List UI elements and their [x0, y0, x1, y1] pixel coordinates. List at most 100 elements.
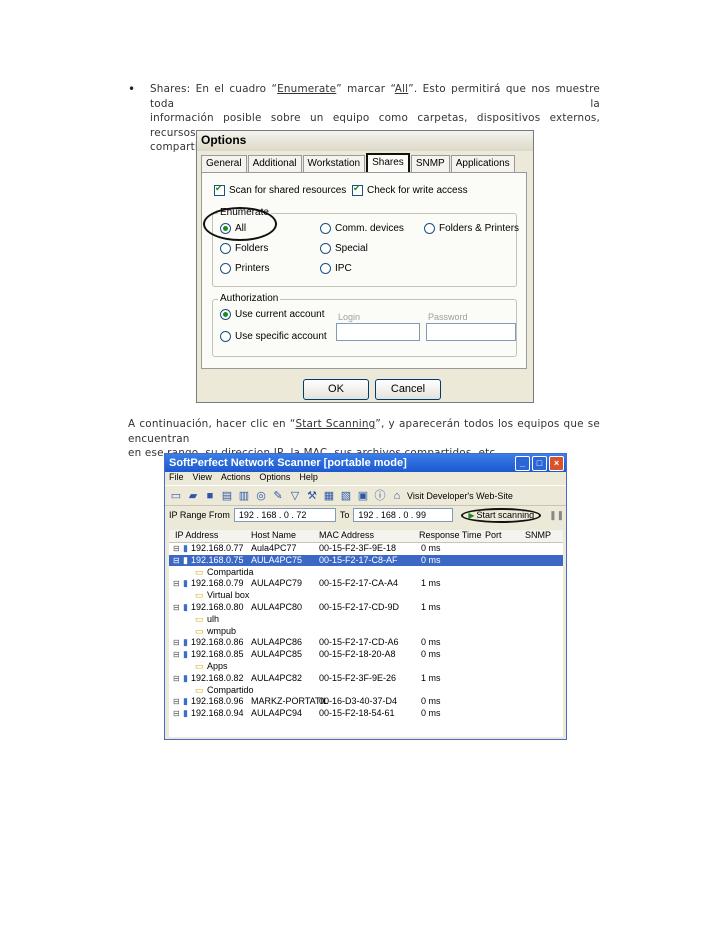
response-cell: 0 ms — [421, 696, 441, 707]
host-row[interactable]: ⊟ ▮ 192.168.0.79 AULA4PC79 00-15-F2-17-CA-A4… — [169, 578, 563, 589]
save-icon[interactable]: ■ — [203, 489, 217, 503]
menu-view[interactable]: View — [193, 472, 212, 485]
col-port[interactable]: Port — [485, 530, 502, 540]
chart-icon[interactable]: ▦ — [322, 489, 336, 503]
maximize-icon[interactable]: □ — [532, 455, 547, 471]
menu-help[interactable]: Help — [299, 472, 318, 485]
list-icon[interactable]: ▥ — [237, 489, 251, 503]
ip-from-input[interactable]: 192 . 168 . 0 . 72 — [233, 508, 336, 522]
open-folder-icon[interactable]: ▰ — [186, 489, 200, 503]
tab-strip: General Additional Workstation Shares SN… — [201, 153, 516, 174]
start-scanning-button[interactable]: ▶ Start scanning — [461, 507, 542, 523]
host-row[interactable]: ⊟ ▮ 192.168.0.96 MARKZ-PORTATIL 00-16-D3-40-… — [169, 696, 563, 707]
enumerate-all-radio[interactable]: All — [220, 223, 246, 234]
host-row[interactable]: ⊟ ▮ 192.168.0.75 AULA4PC75 00-15-F2-17-C8-AF… — [169, 554, 563, 566]
use-specific-account-radio[interactable]: Use specific account — [220, 331, 327, 342]
expand-icon[interactable]: ⊟ — [173, 637, 180, 648]
col-mac-address[interactable]: MAC Address — [319, 530, 374, 540]
info-icon[interactable]: ⓘ — [373, 489, 387, 503]
enumerate-ipc-radio[interactable]: IPC — [320, 263, 352, 274]
host-row[interactable]: ⊟ ▮ 192.168.0.94 AULA4PC94 00-15-F2-18-54-61… — [169, 708, 563, 719]
share-row[interactable]: ▭ Compartido — [169, 685, 563, 696]
tab-workstation[interactable]: Workstation — [302, 155, 366, 173]
expand-icon[interactable]: ⊟ — [173, 578, 180, 589]
host-cell: AULA4PC85 — [251, 649, 303, 660]
cancel-button[interactable]: Cancel — [375, 379, 441, 400]
use-current-account-radio[interactable]: Use current account — [220, 309, 325, 320]
host-cell: MARKZ-PORTATIL — [251, 696, 329, 707]
col-snmp[interactable]: SNMP — [525, 530, 551, 540]
ip-cell: 192.168.0.82 — [191, 672, 244, 683]
host-row[interactable]: ⊟ ▮ 192.168.0.85 AULA4PC85 00-15-F2-18-20-A8… — [169, 649, 563, 660]
host-row[interactable]: ⊟ ▮ 192.168.0.77 Aula4PC77 00-15-F2-3F-9E-18… — [169, 543, 563, 554]
menu-bar: File View Actions Options Help — [165, 472, 566, 485]
menu-actions[interactable]: Actions — [221, 472, 251, 485]
mac-cell: 00-15-F2-17-CA-A4 — [319, 578, 399, 589]
tab-general[interactable]: General — [201, 155, 247, 173]
response-cell: 1 ms — [421, 602, 441, 612]
pause-icon[interactable]: ❚❚ — [549, 510, 564, 521]
home-icon[interactable]: ⌂ — [390, 489, 404, 503]
enumerate-printers-radio[interactable]: Printers — [220, 263, 269, 274]
tab-additional[interactable]: Additional — [247, 155, 302, 173]
host-row[interactable]: ⊟ ▮ 192.168.0.82 AULA4PC82 00-15-F2-3F-9E-26… — [169, 673, 563, 684]
enumerate-folders-printers-radio[interactable]: Folders & Printers — [424, 223, 519, 234]
expand-icon[interactable]: ⊟ — [173, 649, 180, 660]
expand-icon[interactable]: ⊟ — [173, 673, 180, 684]
folder-icon: ▭ — [195, 613, 204, 624]
close-icon[interactable]: × — [549, 455, 564, 471]
enumerate-folders-radio[interactable]: Folders — [220, 243, 268, 254]
ip-to-input[interactable]: 192 . 168 . 0 . 99 — [353, 508, 454, 522]
col-response-time[interactable]: Response Time — [419, 530, 482, 540]
expand-icon[interactable]: ⊟ — [173, 555, 180, 566]
host-row[interactable]: ⊟ ▮ 192.168.0.80 AULA4PC80 00-15-F2-17-CD-9D… — [169, 602, 563, 613]
radio-icon — [320, 263, 331, 274]
table-icon[interactable]: ▧ — [339, 489, 353, 503]
wrench-icon[interactable]: ⚒ — [305, 489, 319, 503]
host-cell: AULA4PC94 — [251, 708, 303, 719]
col-ip-address[interactable]: IP Address — [175, 530, 218, 540]
share-row[interactable]: ▭ ulh — [169, 614, 563, 625]
binoculars-icon[interactable]: ◎ — [254, 489, 268, 503]
ok-button[interactable]: OK — [303, 379, 369, 400]
minimize-icon[interactable]: _ — [515, 455, 530, 471]
results-list: ⊟ ▮ 192.168.0.77 Aula4PC77 00-15-F2-3F-9E-18… — [169, 543, 563, 737]
response-cell: 0 ms — [421, 649, 441, 660]
menu-file[interactable]: File — [169, 472, 184, 485]
check-write-checkbox[interactable]: Check for write access — [352, 183, 468, 196]
share-row[interactable]: ▭ Virtual box — [169, 590, 563, 601]
window-icon[interactable]: ▣ — [356, 489, 370, 503]
login-input[interactable] — [336, 323, 420, 341]
filter-icon[interactable]: ▽ — [288, 489, 302, 503]
expand-icon[interactable]: ⊟ — [173, 602, 180, 613]
expand-icon[interactable]: ⊟ — [173, 543, 180, 554]
enumerate-comm-devices-radio[interactable]: Comm. devices — [320, 223, 404, 234]
radio-selected-icon — [220, 223, 231, 234]
scan-shared-checkbox[interactable]: Scan for shared resources — [214, 183, 346, 196]
share-row[interactable]: ▭ Apps — [169, 661, 563, 672]
menu-options[interactable]: Options — [259, 472, 290, 485]
visit-developer-link[interactable]: Visit Developer's Web-Site — [407, 491, 513, 501]
radio-icon — [220, 263, 231, 274]
edit-icon[interactable]: ✎ — [271, 489, 285, 503]
col-host-name[interactable]: Host Name — [251, 530, 296, 540]
ip-cell: 192.168.0.85 — [191, 649, 244, 660]
computer-icon: ▮ — [183, 696, 188, 707]
computer-icon: ▮ — [183, 672, 188, 683]
tab-snmp[interactable]: SNMP — [410, 155, 450, 173]
new-file-icon[interactable]: ▭ — [169, 489, 183, 503]
response-cell: 0 ms — [421, 637, 441, 648]
computer-icon: ▮ — [183, 602, 188, 612]
share-row[interactable]: ▭ Compartida — [169, 567, 563, 578]
expand-icon[interactable]: ⊟ — [173, 708, 180, 719]
share-row[interactable]: ▭ wmpub — [169, 626, 563, 637]
response-cell: 0 ms — [421, 708, 441, 719]
tab-applications[interactable]: Applications — [450, 155, 515, 173]
host-row[interactable]: ⊟ ▮ 192.168.0.86 AULA4PC86 00-15-F2-17-CD-A6… — [169, 637, 563, 648]
network-scanner-window: SoftPerfect Network Scanner [portable mo… — [164, 453, 567, 740]
grid-icon[interactable]: ▤ — [220, 489, 234, 503]
expand-icon[interactable]: ⊟ — [173, 696, 180, 707]
enumerate-special-radio[interactable]: Special — [320, 243, 368, 254]
tab-shares[interactable]: Shares — [366, 153, 410, 174]
password-input[interactable] — [426, 323, 516, 341]
